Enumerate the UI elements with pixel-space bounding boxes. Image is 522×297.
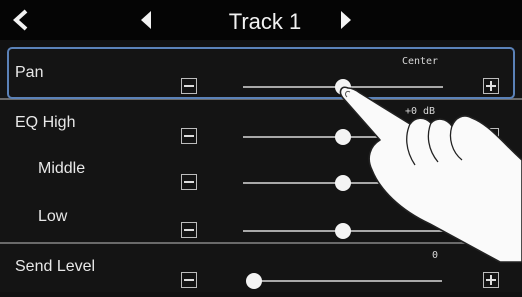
pointing-hand-icon bbox=[339, 86, 522, 263]
